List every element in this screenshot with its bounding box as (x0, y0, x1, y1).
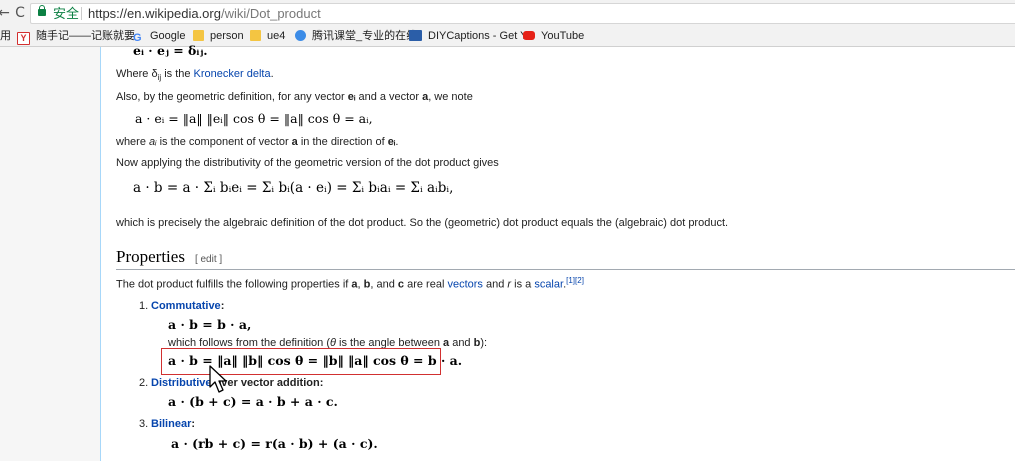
back-button[interactable]: ← (0, 5, 12, 21)
scalar-link[interactable]: scalar (534, 279, 563, 291)
bookmark-youtube[interactable]: YouTube (523, 27, 584, 46)
properties-intro: The dot product fulfills the following p… (116, 276, 584, 291)
list-number: 3. (139, 418, 149, 430)
address-bar[interactable]: 安全 https://en.wikipedia.org/wiki/Dot_pro… (30, 3, 1015, 24)
properties-heading: Properties[ edit ] (116, 247, 223, 266)
bookmark-fragment[interactable]: 用 (0, 27, 11, 46)
url-text[interactable]: https://en.wikipedia.org/wiki/Dot_produc… (88, 4, 321, 23)
youtube-icon (523, 31, 535, 40)
bookmark-diycaptions[interactable]: DIYCaptions - Get Y (409, 27, 527, 46)
reload-button[interactable]: C (12, 5, 28, 21)
vectors-link[interactable]: vectors (447, 279, 482, 291)
mouse-cursor-icon (209, 365, 227, 393)
geometric-paragraph: Also, by the geometric definition, for a… (116, 91, 473, 103)
equation-sum: a · b = a · Σᵢ bᵢeᵢ = Σᵢ bᵢ(a · eᵢ) = Σᵢ… (133, 180, 454, 196)
algebraic-paragraph: which is precisely the algebraic definit… (116, 217, 729, 229)
tencent-icon (295, 30, 306, 41)
commutative-link[interactable]: Commutative (151, 300, 221, 312)
edit-link[interactable]: [ edit ] (195, 254, 222, 265)
equation-commutative: a · b = b · a, (168, 317, 252, 332)
address-separator (81, 7, 82, 20)
folder-icon (193, 30, 204, 41)
list-number: 2. (139, 377, 149, 389)
bilinear-link[interactable]: Bilinear (151, 418, 191, 430)
distributive-link[interactable]: Distributive (151, 377, 212, 389)
list-number: 1. (139, 300, 149, 312)
component-paragraph: where aᵢ is the component of vector a in… (116, 136, 399, 148)
kronecker-delta-link[interactable]: Kronecker delta (194, 68, 271, 80)
lock-icon (38, 5, 46, 16)
secure-label: 安全 (53, 6, 80, 21)
kronecker-paragraph: Where δij is the Kronecker delta. (116, 68, 274, 83)
bookmark-ue4[interactable]: ue4 (250, 27, 285, 46)
yandex-icon: Y (17, 32, 30, 45)
property-bilinear: Bilinear: (151, 418, 196, 430)
page: eᵢ · eⱼ = δᵢⱼ. Where δij is the Kronecke… (0, 43, 1015, 461)
property-distributive: Distributive over vector addition: (151, 377, 324, 389)
left-sidebar (0, 47, 100, 461)
equation-distributive: a · (b + c) = a · b + a · c. (168, 394, 338, 409)
article-content: eᵢ · eⱼ = δᵢⱼ. Where δij is the Kronecke… (100, 43, 1015, 461)
equation-bilinear: a · (rb + c) = r(a · b) + (a · c). (171, 436, 378, 451)
distributivity-paragraph: Now applying the distributivity of the g… (116, 157, 499, 169)
bookmark-suishouji[interactable]: Y 随手记——记账就要 (17, 27, 135, 46)
bookmark-tencent[interactable]: 腾讯课堂_专业的在线 (295, 27, 417, 46)
citation-link[interactable]: [1][2] (566, 276, 584, 285)
equation-orthonormal: eᵢ · eⱼ = δᵢⱼ. (133, 43, 208, 58)
equation-projection: a · eᵢ = ‖a‖ ‖eᵢ‖ cos θ = ‖a‖ cos θ = aᵢ… (135, 111, 373, 126)
folder-icon (250, 30, 261, 41)
highlight-box (161, 348, 441, 375)
diycaptions-icon (409, 30, 422, 41)
browser-toolbar: ← C 安全 https://en.wikipedia.org/wiki/Dot… (0, 0, 1015, 27)
property-commutative: Commutative: (151, 300, 225, 312)
heading-divider (116, 269, 1015, 270)
